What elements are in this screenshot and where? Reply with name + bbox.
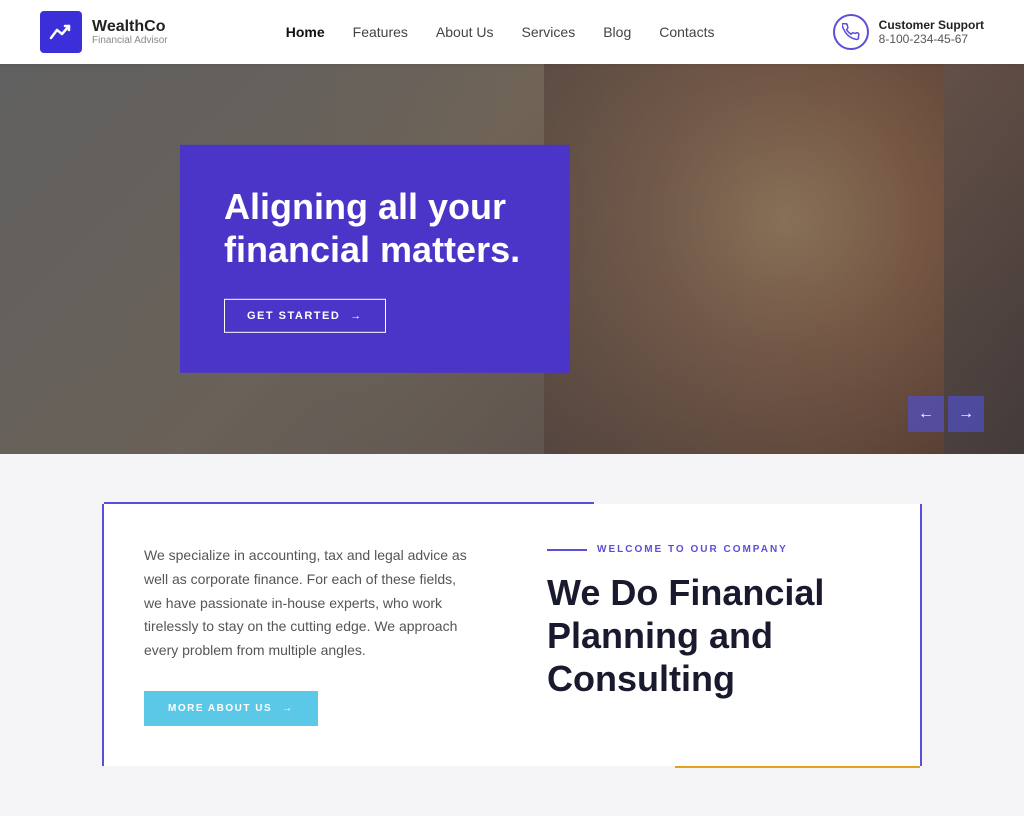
welcome-line-decoration xyxy=(547,549,587,551)
company-description: We specialize in accounting, tax and leg… xyxy=(144,544,477,663)
hero-cta-button[interactable]: GET STARTED → xyxy=(224,299,386,333)
hero-content-box: Aligning all your financial matters. GET… xyxy=(180,145,570,373)
more-about-us-button[interactable]: MORE ABOUT US → xyxy=(144,691,318,726)
nav-item-about[interactable]: About Us xyxy=(436,24,494,40)
welcome-text: WELCOME TO OUR COMPANY xyxy=(597,544,788,555)
hero-section: Aligning all your financial matters. GET… xyxy=(0,64,1024,454)
heading-line3: Consulting xyxy=(547,658,735,699)
hero-title: Aligning all your financial matters. xyxy=(224,185,526,271)
welcome-label: WELCOME TO OUR COMPANY xyxy=(547,544,880,555)
slider-next-button[interactable]: → xyxy=(948,396,984,432)
support-phone: 8-100-234-45-67 xyxy=(879,32,984,46)
company-heading: We Do Financial Planning and Consulting xyxy=(547,571,880,701)
customer-support: Customer Support 8-100-234-45-67 xyxy=(833,14,984,50)
arrow-right-icon: → xyxy=(282,703,294,714)
company-card: We specialize in accounting, tax and leg… xyxy=(102,504,922,766)
logo-text: WealthCo Financial Advisor xyxy=(92,18,168,47)
support-label: Customer Support xyxy=(879,18,984,32)
nav-item-services[interactable]: Services xyxy=(522,24,576,40)
nav-item-home[interactable]: Home xyxy=(286,24,325,40)
heading-line1: We Do Financial xyxy=(547,572,824,613)
slider-controls: ← → xyxy=(908,396,984,432)
heading-line2: Planning and xyxy=(547,615,773,656)
hero-cta-label: GET STARTED xyxy=(247,310,340,322)
header: WealthCo Financial Advisor Home Features… xyxy=(0,0,1024,64)
more-about-label: MORE ABOUT US xyxy=(168,703,272,714)
support-info: Customer Support 8-100-234-45-67 xyxy=(879,18,984,46)
nav-item-blog[interactable]: Blog xyxy=(603,24,631,40)
brand-tagline: Financial Advisor xyxy=(92,35,168,46)
arrow-right-icon: → xyxy=(350,310,363,322)
nav-item-features[interactable]: Features xyxy=(353,24,408,40)
nav-item-contacts[interactable]: Contacts xyxy=(659,24,714,40)
card-left: We specialize in accounting, tax and leg… xyxy=(144,544,527,726)
slider-prev-button[interactable]: ← xyxy=(908,396,944,432)
main-nav: Home Features About Us Services Blog Con… xyxy=(286,24,715,40)
card-right: WELCOME TO OUR COMPANY We Do Financial P… xyxy=(527,544,880,726)
logo-area: WealthCo Financial Advisor xyxy=(40,11,168,53)
phone-icon xyxy=(833,14,869,50)
brand-name: WealthCo xyxy=(92,18,168,36)
company-section: We specialize in accounting, tax and leg… xyxy=(0,454,1024,816)
logo-icon xyxy=(40,11,82,53)
